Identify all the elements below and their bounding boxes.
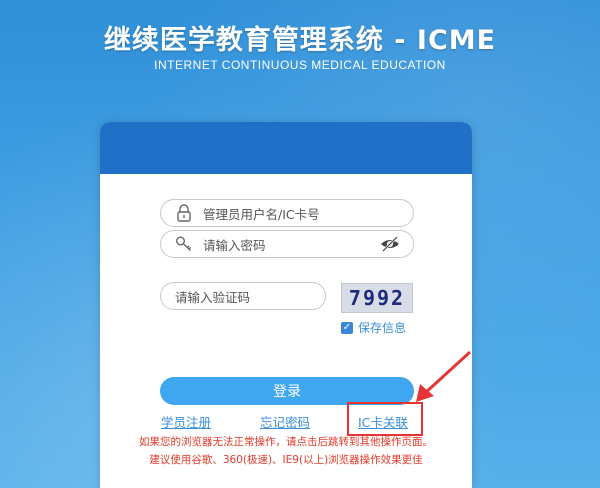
- captcha-image[interactable]: 7992: [341, 283, 413, 313]
- login-card: 管理员用户名/IC卡号 请输入密码 请输入验证码 7992 ✓ 保存信息 登录: [100, 122, 472, 488]
- key-icon: [175, 235, 193, 253]
- remember-label: 保存信息: [358, 321, 407, 335]
- captcha-placeholder: 请输入验证码: [175, 289, 251, 305]
- remember-checkbox[interactable]: ✓ 保存信息: [341, 319, 406, 336]
- username-field[interactable]: 管理员用户名/IC卡号: [160, 199, 414, 227]
- checkbox-check-icon: ✓: [341, 321, 353, 334]
- page-title: 继续医学教育管理系统 - ICME: [103, 25, 497, 56]
- lock-icon: [175, 204, 193, 222]
- login-button[interactable]: 登录: [160, 377, 414, 405]
- captcha-field[interactable]: 请输入验证码: [160, 282, 326, 310]
- browser-recommendation: 建议使用谷歌、360(极速)、IE9(以上)浏览器操作效果更佳: [149, 454, 423, 466]
- register-link[interactable]: 学员注册: [161, 412, 211, 431]
- red-arrow-icon: [416, 350, 472, 402]
- username-placeholder: 管理员用户名/IC卡号: [203, 206, 320, 222]
- password-field[interactable]: 请输入密码: [160, 230, 414, 258]
- forgot-password-link[interactable]: 忘记密码: [260, 412, 310, 431]
- page-subtitle: INTERNET CONTINUOUS MEDICAL EDUCATION: [154, 58, 446, 72]
- eye-slash-icon[interactable]: [379, 235, 401, 253]
- browser-notice: 如果您的浏览器无法正常操作，请点击后跳转到其他操作页面。: [139, 436, 433, 448]
- password-placeholder: 请输入密码: [203, 237, 266, 253]
- card-header: [100, 122, 472, 174]
